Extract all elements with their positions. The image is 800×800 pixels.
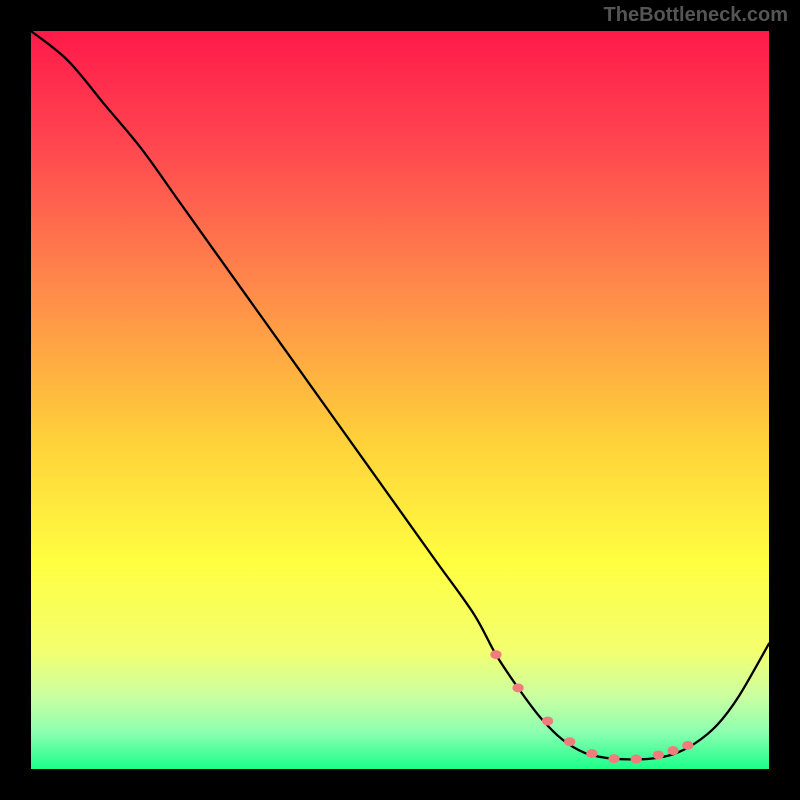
highlight-dot <box>586 749 597 758</box>
highlight-dot <box>564 737 575 746</box>
chart-container: TheBottleneck.com <box>0 0 800 800</box>
highlight-dot <box>512 683 523 692</box>
watermark-text: TheBottleneck.com <box>604 4 788 27</box>
highlight-dot <box>490 650 501 659</box>
highlight-dot <box>631 755 642 764</box>
highlight-dot <box>608 754 619 763</box>
curve-layer <box>31 31 769 769</box>
highlight-dot <box>653 750 664 759</box>
bottleneck-curve <box>31 31 769 759</box>
plot-area <box>31 31 769 769</box>
highlight-dot <box>667 746 678 755</box>
highlight-markers <box>490 650 693 763</box>
highlight-dot <box>682 741 693 750</box>
highlight-dot <box>542 717 553 726</box>
